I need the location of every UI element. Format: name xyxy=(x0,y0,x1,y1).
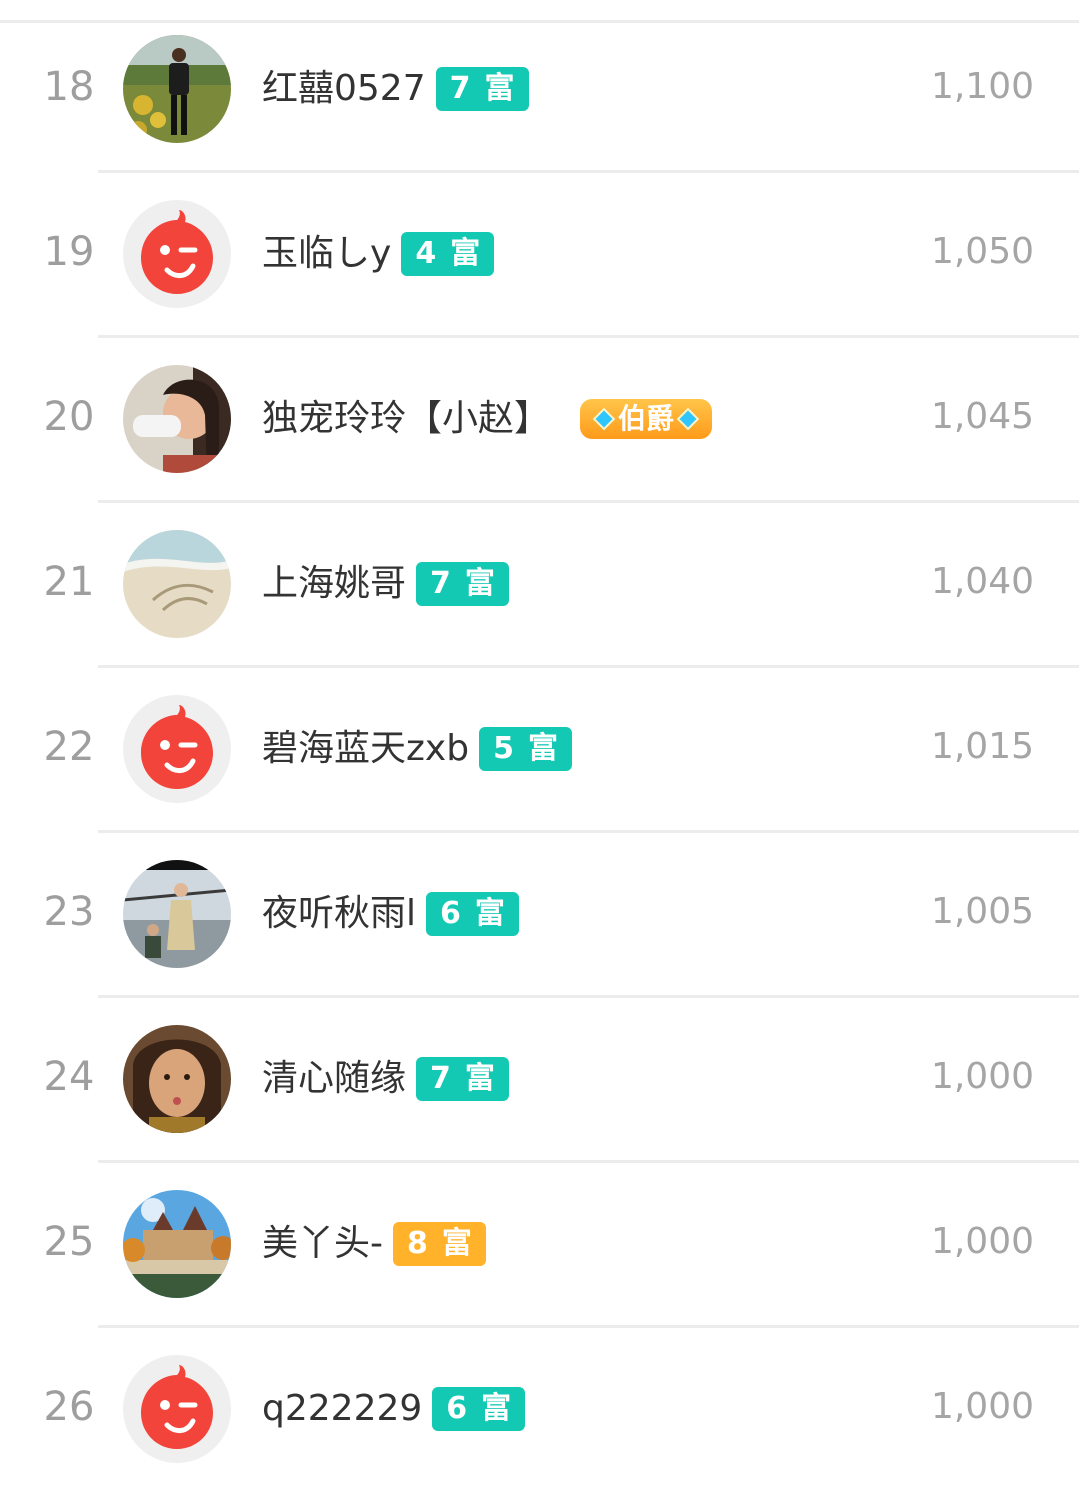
badge-text: 富 xyxy=(527,731,558,766)
user-name: 玉临しy xyxy=(262,233,392,274)
avatar[interactable] xyxy=(123,860,231,968)
avatar-photo-icon xyxy=(123,35,231,143)
score-value: 1,045 xyxy=(930,396,1034,437)
user-name-group: q222229 6 富 xyxy=(262,1381,526,1437)
wealth-badge: 7 富 xyxy=(435,67,529,111)
score-value: 1,015 xyxy=(930,726,1034,767)
user-name: 红囍0527 xyxy=(262,68,426,109)
user-name: 美丫头- xyxy=(262,1223,383,1264)
badge-text: 富 xyxy=(474,896,505,931)
avatar[interactable] xyxy=(123,1190,231,1298)
default-mascot-icon xyxy=(123,695,231,803)
avatar[interactable] xyxy=(123,530,231,638)
divider xyxy=(98,500,1079,503)
ranking-row[interactable]: 25 美丫头- 8 富 1,000 xyxy=(0,1178,1079,1343)
ranking-row[interactable]: 24 清心随缘 7 富 1,000 xyxy=(0,1013,1079,1178)
rank-number: 26 xyxy=(43,1384,95,1430)
score-value: 1,005 xyxy=(930,891,1034,932)
user-name: 夜听秋雨l xyxy=(262,893,417,934)
score-value: 1,000 xyxy=(930,1386,1034,1427)
score-value: 1,000 xyxy=(930,1221,1034,1262)
avatar-photo-icon xyxy=(123,860,231,968)
badge-text: 富 xyxy=(464,1061,495,1096)
user-name-group: 玉临しy 4 富 xyxy=(262,226,495,282)
ranking-row[interactable]: 23 夜听秋雨l 6 富 1,005 xyxy=(0,848,1079,1013)
user-name-group: 清心随缘 7 富 xyxy=(262,1051,509,1107)
wealth-badge: 7 富 xyxy=(416,1057,509,1101)
rank-number: 21 xyxy=(43,559,95,605)
wealth-badge: 5 富 xyxy=(479,727,572,771)
badge-text: 富 xyxy=(481,1391,512,1426)
rank-number: 22 xyxy=(43,724,95,770)
user-name-group: 上海姚哥 7 富 xyxy=(262,556,509,612)
ranking-row[interactable]: 22 碧海蓝天zxb 5 富 1,015 xyxy=(0,683,1079,848)
divider xyxy=(98,995,1079,998)
noble-badge: 伯爵 xyxy=(580,399,713,439)
user-name-group: 独宠玲玲【小赵】 伯爵 xyxy=(262,391,713,447)
divider xyxy=(98,830,1079,833)
badge-text: 伯爵 xyxy=(618,402,675,435)
avatar[interactable] xyxy=(123,1025,231,1133)
ranking-row[interactable]: 19 玉临しy 4 富 1,050 xyxy=(0,188,1079,353)
badge-level: 5 xyxy=(493,731,514,766)
badge-text: 富 xyxy=(441,1226,472,1261)
user-name: q222229 xyxy=(262,1388,423,1429)
divider xyxy=(98,665,1079,668)
score-value: 1,050 xyxy=(930,231,1034,272)
avatar-photo-icon xyxy=(123,1190,231,1298)
score-value: 1,000 xyxy=(930,1056,1034,1097)
badge-level: 7 xyxy=(430,1061,451,1096)
score-value: 1,040 xyxy=(930,561,1034,602)
badge-level: 8 xyxy=(407,1226,428,1261)
badge-level: 6 xyxy=(440,896,461,931)
divider xyxy=(98,1160,1079,1163)
avatar-photo-icon xyxy=(123,530,231,638)
wealth-badge: 8 富 xyxy=(393,1222,486,1266)
user-name-group: 夜听秋雨l 6 富 xyxy=(262,886,519,942)
wealth-badge: 6 富 xyxy=(426,892,519,936)
avatar-photo-icon xyxy=(123,365,231,473)
avatar[interactable] xyxy=(123,365,231,473)
badge-level: 7 xyxy=(430,566,451,601)
ranking-row[interactable]: 18 红囍0527 7 富 1,100 xyxy=(0,23,1079,188)
rank-number: 25 xyxy=(43,1219,95,1265)
badge-level: 7 xyxy=(449,71,471,106)
user-name: 碧海蓝天zxb xyxy=(262,728,470,769)
avatar[interactable] xyxy=(123,695,231,803)
user-name-group: 红囍0527 7 富 xyxy=(262,61,529,117)
avatar-photo-icon xyxy=(123,1025,231,1133)
ranking-row[interactable]: 20 独宠玲玲【小赵】 伯爵 1,045 xyxy=(0,353,1079,518)
rank-number: 24 xyxy=(43,1054,95,1100)
rank-number: 19 xyxy=(43,229,95,275)
badge-level: 6 xyxy=(446,1391,468,1426)
rank-number: 18 xyxy=(43,64,95,110)
rank-number: 20 xyxy=(43,394,95,440)
divider xyxy=(98,170,1079,173)
badge-level: 4 xyxy=(415,236,437,271)
avatar[interactable] xyxy=(123,35,231,143)
wealth-badge: 4 富 xyxy=(401,232,495,276)
rank-number: 23 xyxy=(43,889,95,935)
ranking-row[interactable]: 26 q222229 6 富 1,000 xyxy=(0,1343,1079,1508)
wealth-badge: 6 富 xyxy=(432,1387,526,1431)
diamond-icon xyxy=(676,407,700,431)
ranking-row[interactable]: 21 上海姚哥 7 富 1,040 xyxy=(0,518,1079,683)
score-value: 1,100 xyxy=(930,66,1034,107)
wealth-badge: 7 富 xyxy=(416,562,509,606)
default-mascot-icon xyxy=(123,1355,231,1463)
user-name-group: 美丫头- 8 富 xyxy=(262,1216,486,1272)
default-mascot-icon xyxy=(123,200,231,308)
avatar[interactable] xyxy=(123,1355,231,1463)
badge-text: 富 xyxy=(464,566,495,601)
diamond-icon xyxy=(592,407,616,431)
divider xyxy=(98,1325,1079,1328)
user-name: 上海姚哥 xyxy=(262,563,407,604)
avatar[interactable] xyxy=(123,200,231,308)
user-name: 清心随缘 xyxy=(262,1058,407,1099)
divider xyxy=(98,335,1079,338)
badge-text: 富 xyxy=(450,236,481,271)
badge-text: 富 xyxy=(484,71,515,106)
user-name: 独宠玲玲【小赵】 xyxy=(262,398,551,439)
user-name-group: 碧海蓝天zxb 5 富 xyxy=(262,721,572,777)
